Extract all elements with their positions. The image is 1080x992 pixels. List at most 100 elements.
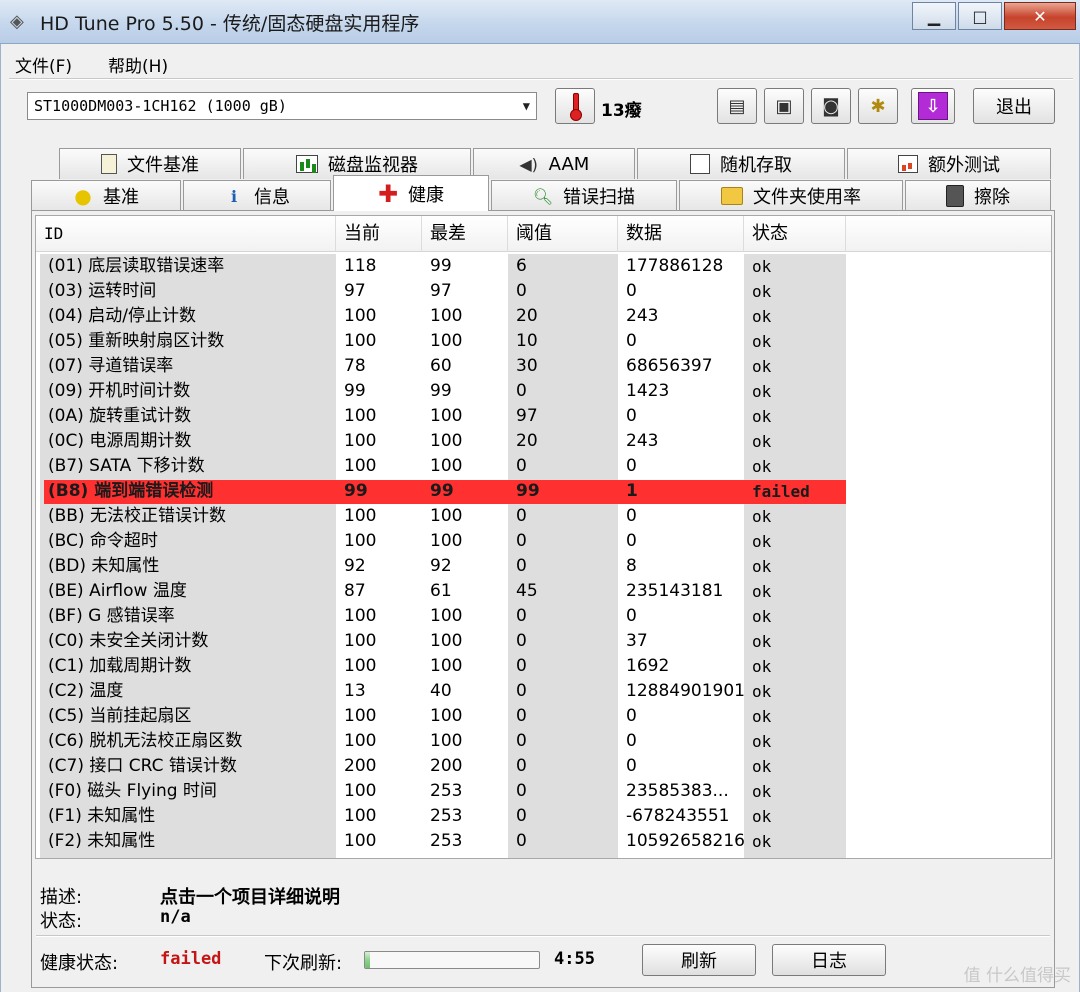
menu-bar: 文件(F) 帮助(H): [11, 50, 172, 77]
table-row[interactable]: (BB) 无法校正错误计数 100 100 0 0 ok: [36, 504, 1051, 529]
tab-erase[interactable]: 擦除: [905, 180, 1051, 211]
cell-status: ok: [752, 657, 772, 676]
save-down-icon: ⇩: [918, 92, 948, 120]
title-bar[interactable]: ◈ HD Tune Pro 5.50 - 传统/固态硬盘实用程序 ▁ □ ✕: [0, 0, 1080, 44]
cell-status: ok: [752, 632, 772, 651]
cell-current: 92: [344, 556, 366, 576]
table-row[interactable]: (C7) 接口 CRC 错误计数 200 200 0 0 ok: [36, 754, 1051, 779]
cell-worst: 100: [430, 331, 463, 351]
cell-id: (BD) 未知属性: [48, 556, 160, 576]
table-row[interactable]: (C6) 脱机无法校正扇区数 100 100 0 0 ok: [36, 729, 1051, 754]
column-header-threshold[interactable]: 阈值: [508, 216, 618, 252]
log-button[interactable]: 日志: [772, 944, 886, 976]
table-row[interactable]: (F0) 磁头 Flying 时间 100 253 0 23585383... ok: [36, 779, 1051, 804]
menu-help[interactable]: 帮助(H): [104, 50, 172, 77]
minimize-button[interactable]: ▁: [912, 2, 956, 30]
options-button[interactable]: ✱: [858, 88, 898, 124]
table-row[interactable]: (C2) 温度 13 40 0 12884901901 ok: [36, 679, 1051, 704]
cell-id: (C6) 脱机无法校正扇区数: [48, 731, 243, 751]
cell-threshold: 10: [516, 331, 538, 351]
refresh-countdown: 4:55: [554, 949, 595, 969]
screenshot-button[interactable]: ◙: [811, 88, 851, 124]
disk-monitor-icon: [296, 155, 318, 173]
refresh-progress-bar: [364, 951, 540, 969]
cell-worst: 100: [430, 731, 463, 751]
cell-status: ok: [752, 757, 772, 776]
cell-threshold: 0: [516, 381, 527, 401]
status-label: 状态:: [40, 911, 83, 932]
table-row[interactable]: (F2) 未知属性 100 253 0 10592658216 ok: [36, 829, 1051, 854]
table-row[interactable]: (09) 开机时间计数 99 99 0 1423 ok: [36, 379, 1051, 404]
tab-extra-tests[interactable]: 额外测试: [847, 148, 1051, 179]
cell-status: ok: [752, 332, 772, 351]
table-row[interactable]: (BF) G 感错误率 100 100 0 0 ok: [36, 604, 1051, 629]
table-row[interactable]: (C1) 加载周期计数 100 100 0 1692 ok: [36, 654, 1051, 679]
menu-file[interactable]: 文件(F): [11, 50, 76, 77]
table-row[interactable]: (04) 启动/停止计数 100 100 20 243 ok: [36, 304, 1051, 329]
table-row[interactable]: (03) 运转时间 97 97 0 0 ok: [36, 279, 1051, 304]
cell-status: ok: [752, 782, 772, 801]
cell-threshold: 0: [516, 806, 527, 826]
table-row[interactable]: (F1) 未知属性 100 253 0 -678243551 ok: [36, 804, 1051, 829]
table-row[interactable]: (0A) 旋转重试计数 100 100 97 0 ok: [36, 404, 1051, 429]
tab-folder-usage[interactable]: 文件夹使用率: [679, 180, 903, 211]
table-row[interactable]: (07) 寻道错误率 78 60 30 68656397 ok: [36, 354, 1051, 379]
cell-current: 99: [344, 381, 366, 401]
column-header-status[interactable]: 状态: [744, 216, 846, 252]
cell-threshold: 99: [516, 481, 540, 501]
table-row[interactable]: (01) 底层读取错误速率 118 99 6 177886128 ok: [36, 254, 1051, 279]
column-header-data[interactable]: 数据: [618, 216, 744, 252]
cell-current: 100: [344, 456, 377, 476]
tab-benchmark[interactable]: ● 基准: [31, 180, 181, 211]
dropdown-arrow-icon[interactable]: ▼: [523, 93, 530, 119]
magnifier-icon: 🔍︎: [532, 186, 554, 206]
tab-aam[interactable]: ◀) AAM: [473, 148, 635, 179]
cell-id: (0C) 电源周期计数: [48, 431, 192, 451]
tab-label: 额外测试: [928, 155, 1000, 176]
copy-image-button[interactable]: ▣: [764, 88, 804, 124]
cell-id: (C1) 加载周期计数: [48, 656, 192, 676]
cell-worst: 100: [430, 406, 463, 426]
tab-label: 磁盘监视器: [328, 155, 418, 176]
cell-id: (05) 重新映射扇区计数: [48, 331, 225, 351]
column-header-id[interactable]: ID: [36, 216, 336, 252]
tab-random-access[interactable]: 随机存取: [637, 148, 845, 179]
cell-status: ok: [752, 382, 772, 401]
table-row[interactable]: (BC) 命令超时 100 100 0 0 ok: [36, 529, 1051, 554]
info-icon: i: [230, 186, 238, 206]
maximize-button[interactable]: □: [958, 2, 1002, 30]
smart-attribute-list[interactable]: ID 当前 最差 阈值 数据 状态 (01) 底层读取错误速率 118 99 6 177…: [35, 215, 1052, 859]
table-row[interactable]: (BE) Airflow 温度 87 61 45 235143181 ok: [36, 579, 1051, 604]
copy-text-button[interactable]: ▤: [717, 88, 757, 124]
table-row[interactable]: (0C) 电源周期计数 100 100 20 243 ok: [36, 429, 1051, 454]
drive-select-value: ST1000DM003-1CH162 (1000 gB): [34, 97, 287, 115]
column-header-current[interactable]: 当前: [336, 216, 422, 252]
tab-file-benchmark[interactable]: 文件基准: [59, 148, 241, 179]
table-row[interactable]: (BD) 未知属性 92 92 0 8 ok: [36, 554, 1051, 579]
save-button[interactable]: ⇩: [911, 88, 955, 124]
refresh-button[interactable]: 刷新: [642, 944, 756, 976]
temperature-button[interactable]: [555, 88, 595, 124]
cell-status: ok: [752, 832, 772, 851]
tab-error-scan[interactable]: 🔍︎ 错误扫描: [491, 180, 677, 211]
table-row[interactable]: (C0) 未安全关闭计数 100 100 0 37 ok: [36, 629, 1051, 654]
table-row[interactable]: (C5) 当前挂起扇区 100 100 0 0 ok: [36, 704, 1051, 729]
column-header-worst[interactable]: 最差: [422, 216, 508, 252]
cell-worst: 253: [430, 831, 463, 851]
cell-threshold: 20: [516, 306, 538, 326]
cell-id: (01) 底层读取错误速率: [48, 256, 225, 276]
cell-worst: 97: [430, 281, 452, 301]
tab-health[interactable]: ✚ 健康: [333, 175, 489, 211]
tab-label: 健康: [408, 184, 444, 206]
close-button[interactable]: ✕: [1004, 2, 1076, 30]
tab-info[interactable]: i 信息: [183, 180, 331, 211]
table-row-failed[interactable]: (B8) 端到端错误检测 99 99 99 1 failed: [36, 479, 1051, 504]
drive-select[interactable]: ST1000DM003-1CH162 (1000 gB) ▼: [27, 92, 537, 120]
tab-label: 信息: [254, 187, 290, 208]
toolbar-separator: [9, 78, 1073, 80]
cell-data: 0: [626, 331, 637, 351]
table-row[interactable]: (B7) SATA 下移计数 100 100 0 0 ok: [36, 454, 1051, 479]
exit-button[interactable]: 退出: [973, 88, 1055, 124]
cell-worst: 100: [430, 631, 463, 651]
table-row[interactable]: (05) 重新映射扇区计数 100 100 10 0 ok: [36, 329, 1051, 354]
